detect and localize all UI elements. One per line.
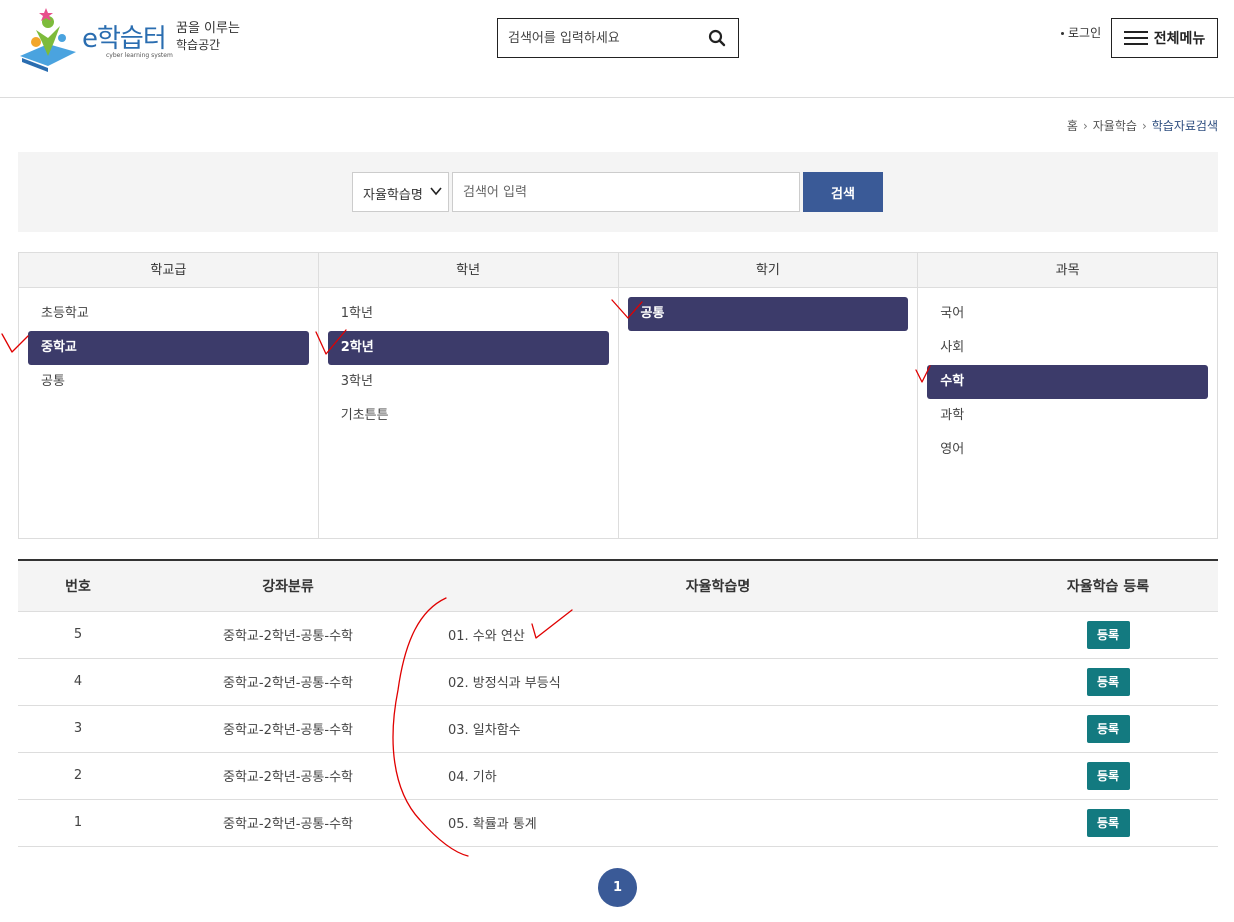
row-title[interactable]: 03. 일차함수 xyxy=(438,705,998,753)
table-row: 2 중학교-2학년-공통-수학 04. 기하 등록 xyxy=(18,752,1218,800)
table-row: 5 중학교-2학년-공통-수학 01. 수와 연산 등록 xyxy=(18,611,1218,659)
all-menu-button[interactable]: 전체메뉴 xyxy=(1111,18,1218,58)
site-header: e학습터 cyber learning system 꿈을 이루는 학습공간 로… xyxy=(0,0,1234,98)
search-panel: 자율학습명 검색 xyxy=(18,152,1218,232)
filter-item-korean[interactable]: 국어 xyxy=(927,297,1208,331)
filter-column-grade: 학년 1학년 2학년 3학년 기초튼튼 xyxy=(318,253,619,538)
bullet-dot xyxy=(1061,32,1064,35)
login-label: 로그인 xyxy=(1068,26,1102,40)
filter-grid: 학교급 초등학교 중학교 공통 학년 1학년 2학년 3학년 기초튼튼 학기 공… xyxy=(18,252,1218,539)
chevron-down-icon xyxy=(430,187,442,196)
filter-header: 과목 xyxy=(918,253,1217,288)
row-title[interactable]: 02. 방정식과 부등식 xyxy=(438,658,998,706)
row-category: 중학교-2학년-공통-수학 xyxy=(138,658,438,706)
row-number: 1 xyxy=(18,799,138,847)
login-link[interactable]: 로그인 xyxy=(1061,24,1101,41)
filter-item-social[interactable]: 사회 xyxy=(927,331,1208,365)
filter-item-elementary[interactable]: 초등학교 xyxy=(28,297,309,331)
column-header-title: 자율학습명 xyxy=(438,560,998,612)
search-type-value: 자율학습명 xyxy=(363,188,423,203)
site-logo[interactable]: e학습터 cyber learning system 꿈을 이루는 학습공간 xyxy=(18,8,248,72)
row-title[interactable]: 05. 확률과 통계 xyxy=(438,799,998,847)
logo-name: e학습터 xyxy=(82,24,167,54)
column-header-register: 자율학습 등록 xyxy=(998,560,1218,612)
filter-item-grade-1[interactable]: 1학년 xyxy=(328,297,609,331)
row-number: 3 xyxy=(18,705,138,753)
row-category: 중학교-2학년-공통-수학 xyxy=(138,705,438,753)
column-header-category: 강좌분류 xyxy=(138,560,438,612)
row-category: 중학교-2학년-공통-수학 xyxy=(138,752,438,800)
breadcrumb-chevron-icon: › xyxy=(1141,119,1147,133)
table-header-row: 번호 강좌분류 자율학습명 자율학습 등록 xyxy=(18,560,1218,612)
register-button[interactable]: 등록 xyxy=(1086,761,1130,790)
filter-header: 학기 xyxy=(618,253,918,288)
search-type-select[interactable]: 자율학습명 xyxy=(352,172,449,212)
row-number: 4 xyxy=(18,658,138,706)
row-number: 5 xyxy=(18,611,138,659)
filter-item-semester-common[interactable]: 공통 xyxy=(627,297,909,331)
row-title[interactable]: 01. 수와 연산 xyxy=(438,611,998,659)
table-row: 1 중학교-2학년-공통-수학 05. 확률과 통계 등록 xyxy=(18,799,1218,847)
slogan-line-1: 꿈을 이루는 xyxy=(176,21,240,36)
filter-item-math[interactable]: 수학 xyxy=(927,365,1208,399)
register-button[interactable]: 등록 xyxy=(1086,714,1130,743)
column-header-number: 번호 xyxy=(18,560,138,612)
filter-header: 학교급 xyxy=(19,253,318,288)
filter-item-grade-2[interactable]: 2학년 xyxy=(327,331,609,365)
logo-subtitle: cyber learning system xyxy=(106,52,173,59)
filter-item-english[interactable]: 영어 xyxy=(927,433,1208,467)
filter-item-grade-3[interactable]: 3학년 xyxy=(328,365,609,399)
logo-slogan: 꿈을 이루는 학습공간 xyxy=(176,20,246,54)
filter-header: 학년 xyxy=(318,253,618,288)
breadcrumb-section[interactable]: 자율학습 xyxy=(1093,119,1137,133)
search-button[interactable]: 검색 xyxy=(803,172,883,212)
breadcrumb: 홈 › 자율학습 › 학습자료검색 xyxy=(1067,117,1218,134)
search-input[interactable] xyxy=(452,172,800,212)
filter-column-subject: 과목 국어 사회 수학 과학 영어 xyxy=(918,253,1217,538)
row-title[interactable]: 04. 기하 xyxy=(438,752,998,800)
row-number: 2 xyxy=(18,752,138,800)
table-row: 4 중학교-2학년-공통-수학 02. 방정식과 부등식 등록 xyxy=(18,658,1218,706)
filter-item-basics[interactable]: 기초튼튼 xyxy=(328,399,609,433)
breadcrumb-current: 학습자료검색 xyxy=(1151,119,1218,133)
logo-icon xyxy=(20,8,76,72)
breadcrumb-chevron-icon: › xyxy=(1082,119,1088,133)
row-category: 중학교-2학년-공통-수학 xyxy=(138,611,438,659)
slogan-line-2: 학습공간 xyxy=(176,38,221,52)
filter-item-middle-school[interactable]: 중학교 xyxy=(28,331,309,365)
filter-column-semester: 학기 공통 xyxy=(618,253,919,538)
row-category: 중학교-2학년-공통-수학 xyxy=(138,799,438,847)
results-table: 번호 강좌분류 자율학습명 자율학습 등록 5 중학교-2학년-공통-수학 01… xyxy=(18,559,1218,847)
filter-column-school-level: 학교급 초등학교 중학교 공통 xyxy=(19,253,319,538)
search-icon[interactable] xyxy=(708,29,726,47)
register-button[interactable]: 등록 xyxy=(1086,667,1130,696)
filter-item-science[interactable]: 과학 xyxy=(927,399,1208,433)
all-menu-label: 전체메뉴 xyxy=(1153,31,1206,47)
hamburger-icon xyxy=(1123,31,1148,45)
top-search-input[interactable] xyxy=(508,27,703,49)
register-button[interactable]: 등록 xyxy=(1086,620,1130,649)
filter-item-common[interactable]: 공통 xyxy=(28,365,309,399)
table-row: 3 중학교-2학년-공통-수학 03. 일차함수 등록 xyxy=(18,705,1218,753)
breadcrumb-home[interactable]: 홈 xyxy=(1067,119,1078,133)
register-button[interactable]: 등록 xyxy=(1086,808,1130,837)
top-search-box xyxy=(497,18,739,58)
pagination-current-page[interactable]: 1 xyxy=(598,868,637,907)
